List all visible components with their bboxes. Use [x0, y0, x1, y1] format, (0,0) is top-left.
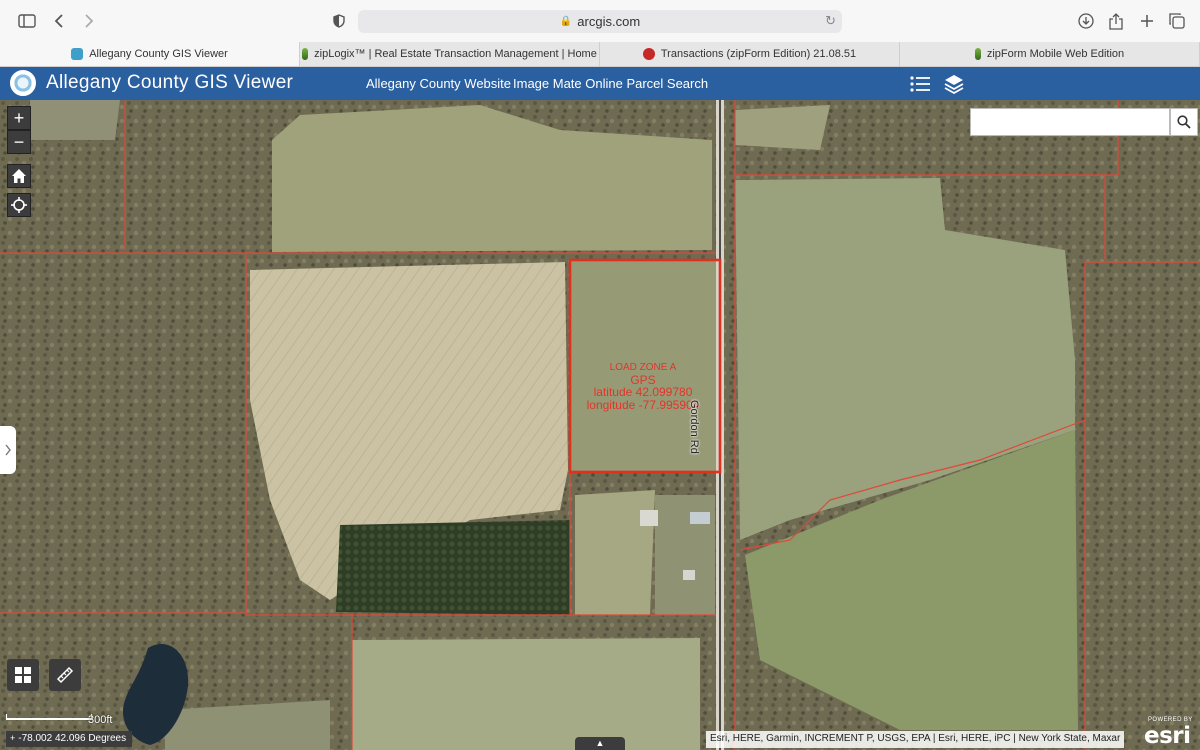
parcel-search-link[interactable]: Image Mate Online Parcel Search: [513, 76, 708, 91]
road-label: Gordon Rd: [688, 400, 700, 454]
reload-icon[interactable]: ↻: [825, 13, 836, 29]
legend-list-icon[interactable]: [909, 73, 931, 95]
tab-label: zipForm Mobile Web Edition: [986, 48, 1125, 60]
scale-bar: [6, 714, 92, 720]
side-panel-toggle[interactable]: [0, 426, 16, 474]
zoom-in-button[interactable]: +: [7, 106, 31, 130]
back-icon[interactable]: [48, 10, 70, 32]
tab-gis-viewer[interactable]: Allegany County GIS Viewer: [0, 42, 300, 66]
app-header: Allegany County GIS Viewer Allegany Coun…: [0, 67, 1200, 100]
coordinate-readout: + -78.002 42.096 Degrees: [6, 731, 133, 747]
ziplogix-favicon-icon: [974, 48, 981, 60]
share-icon[interactable]: [1105, 10, 1127, 32]
grid-icon: [15, 667, 31, 683]
measure-button[interactable]: [49, 659, 81, 691]
address-text: arcgis.com: [577, 14, 641, 29]
tab-ziplogix[interactable]: zipLogix™ | Real Estate Transaction Mana…: [300, 42, 600, 66]
county-seal-logo: [10, 70, 36, 96]
browser-toolbar: 🔒 arcgis.com ↻: [0, 0, 1200, 42]
zoom-out-button[interactable]: −: [7, 130, 31, 154]
tab-label: Allegany County GIS Viewer: [89, 48, 228, 60]
map-attribution: Esri, HERE, Garmin, INCREMENT P, USGS, E…: [706, 731, 1125, 748]
app-title: Allegany County GIS Viewer: [46, 72, 294, 93]
forward-icon[interactable]: [78, 10, 100, 32]
home-button[interactable]: [7, 164, 31, 188]
search-icon: [1177, 115, 1191, 129]
esri-wordmark: esri: [1144, 723, 1191, 749]
locate-icon: [11, 197, 27, 213]
bottom-panel-toggle[interactable]: ▲: [575, 737, 625, 750]
map-view[interactable]: LOAD ZONE A GPS latitude 42.099780 longi…: [0, 100, 1200, 750]
esri-logo: POWERED BY esri: [1142, 715, 1198, 749]
tab-transactions[interactable]: Transactions (zipForm Edition) 21.08.51: [600, 42, 900, 66]
downloads-icon[interactable]: [1075, 10, 1097, 32]
lock-icon: 🔒: [559, 16, 573, 27]
chevron-up-icon: ▲: [595, 738, 605, 748]
tab-label: Transactions (zipForm Edition) 21.08.51: [660, 48, 857, 60]
address-bar[interactable]: 🔒 arcgis.com ↻: [358, 10, 842, 33]
tab-overview-icon[interactable]: [1166, 10, 1188, 32]
scale-label: 300ft: [88, 714, 113, 726]
annotation-line: LOAD ZONE A: [609, 362, 677, 373]
search-input[interactable]: [970, 108, 1170, 136]
aerial-imagery: [0, 100, 1200, 750]
sidebar-toggle-icon[interactable]: [16, 10, 38, 32]
tab-label: zipLogix™ | Real Estate Transaction Mana…: [314, 48, 597, 60]
tab-zipform-mobile[interactable]: zipForm Mobile Web Edition: [900, 42, 1200, 66]
ruler-icon: [56, 666, 74, 684]
annotation-line: latitude 42.099780: [593, 385, 693, 400]
chevron-right-icon: [5, 444, 11, 456]
county-website-link[interactable]: Allegany County Website: [366, 76, 511, 91]
gis-favicon-icon: [71, 48, 84, 60]
search-button[interactable]: [1170, 108, 1198, 136]
new-tab-icon[interactable]: [1136, 10, 1158, 32]
locate-button[interactable]: [7, 193, 31, 217]
privacy-shield-icon[interactable]: [328, 10, 350, 32]
transactions-favicon-icon: [642, 48, 655, 60]
tab-bar: Allegany County GIS Viewer zipLogix™ | R…: [0, 42, 1200, 67]
coordinate-text: -78.002 42.096 Degrees: [18, 733, 127, 744]
ziplogix-favicon-icon: [302, 48, 309, 60]
layers-icon[interactable]: [943, 73, 965, 95]
home-icon: [12, 169, 26, 183]
crosshair-icon: +: [10, 733, 16, 743]
basemap-gallery-button[interactable]: [7, 659, 39, 691]
